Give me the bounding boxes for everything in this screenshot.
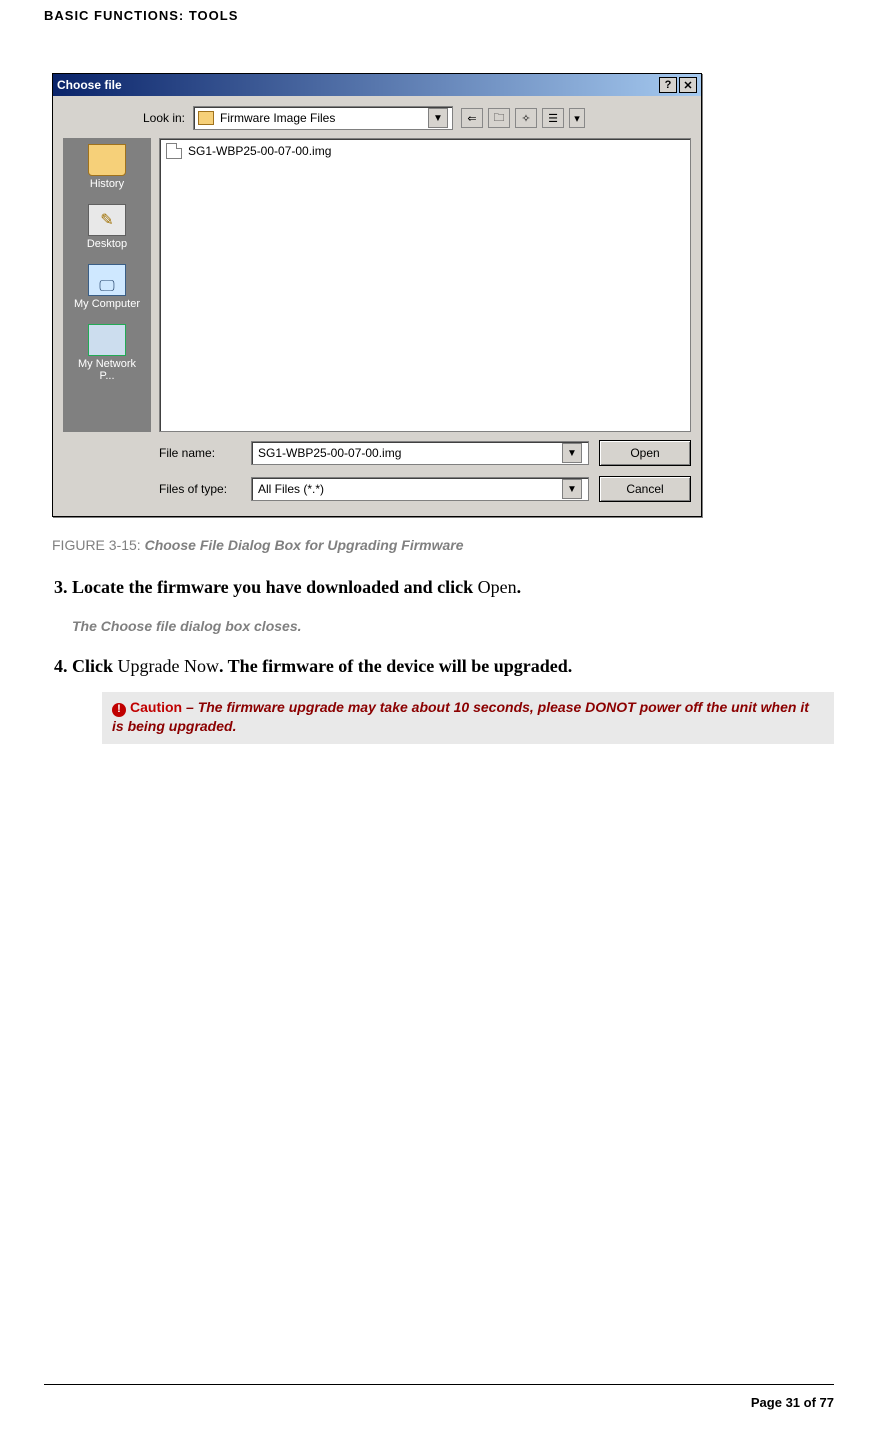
computer-icon: [88, 264, 126, 296]
up-icon[interactable]: 🗀: [488, 108, 510, 128]
placesbar-label: My Network P...: [69, 358, 145, 382]
close-button[interactable]: ✕: [679, 77, 697, 93]
instruction-list: Locate the firmware you have downloaded …: [44, 575, 834, 744]
dialog-titlebar: Choose file ? ✕: [53, 74, 701, 96]
lookin-combo[interactable]: Firmware Image Files ▼: [193, 106, 453, 130]
placesbar-mycomputer[interactable]: My Computer: [69, 264, 145, 310]
new-folder-icon[interactable]: ✧: [515, 108, 537, 128]
placesbar-label: History: [90, 178, 124, 190]
view-menu-dropdown-icon[interactable]: ▾: [569, 108, 585, 128]
filename-input[interactable]: SG1-WBP25-00-07-00.img ▼: [251, 441, 589, 465]
dialog-title: Choose file: [57, 78, 122, 92]
back-icon[interactable]: ⇐: [461, 108, 483, 128]
file-list-item[interactable]: SG1-WBP25-00-07-00.img: [166, 143, 684, 159]
filetype-dropdown-icon[interactable]: ▼: [562, 479, 582, 499]
placesbar-network[interactable]: My Network P...: [69, 324, 145, 382]
step3-open-word: Open: [478, 577, 517, 597]
lookin-value: Firmware Image Files: [220, 111, 422, 125]
step-4: Click Upgrade Now. The firmware of the d…: [72, 654, 834, 744]
figure-caption: FIGURE 3-15: Choose File Dialog Box for …: [52, 517, 834, 553]
step-3: Locate the firmware you have downloaded …: [72, 575, 834, 636]
choose-file-dialog: Choose file ? ✕ Look in: Firmware Image …: [52, 73, 702, 517]
dialog-bottom: File name: SG1-WBP25-00-07-00.img ▼ Open…: [63, 440, 691, 502]
caution-icon: !: [112, 703, 126, 717]
step3-text-b: .: [517, 577, 522, 597]
caution-dash: –: [182, 699, 198, 715]
filetype-label: Files of type:: [159, 482, 241, 496]
page-header: BASIC FUNCTIONS: TOOLS: [44, 0, 834, 23]
figure-prefix: FIGURE 3-15:: [52, 537, 145, 553]
network-icon: [88, 324, 126, 356]
dialog-middle: History Desktop My Computer My Network P…: [63, 138, 691, 432]
lookin-dropdown-icon[interactable]: ▼: [428, 108, 448, 128]
titlebar-buttons: ? ✕: [659, 77, 697, 93]
filetype-row: Files of type: All Files (*.*) ▼ Cancel: [159, 476, 691, 502]
open-button[interactable]: Open: [599, 440, 691, 466]
placesbar-desktop[interactable]: Desktop: [69, 204, 145, 250]
step4-text-b: . The firmware of the device will be upg…: [219, 656, 572, 676]
placesbar-history[interactable]: History: [69, 144, 145, 190]
caution-box: ! Caution – The firmware upgrade may take…: [102, 692, 834, 744]
step3-text-a: Locate the firmware you have downloaded …: [72, 577, 478, 597]
help-button[interactable]: ?: [659, 77, 677, 93]
filename-dropdown-icon[interactable]: ▼: [562, 443, 582, 463]
filetype-select[interactable]: All Files (*.*) ▼: [251, 477, 589, 501]
file-icon: [166, 143, 182, 159]
dialog-nav-toolbar: ⇐ 🗀 ✧ ☰ ▾: [461, 108, 585, 128]
filename-label: File name:: [159, 446, 241, 460]
places-bar: History Desktop My Computer My Network P…: [63, 138, 151, 432]
desktop-icon: [88, 204, 126, 236]
step3-result: The Choose file dialog box closes.: [72, 617, 834, 636]
figure-title: Choose File Dialog Box for Upgrading Fir…: [145, 537, 464, 553]
step4-upgrade-word: Upgrade Now: [118, 656, 219, 676]
history-icon: [88, 144, 126, 176]
lookin-row: Look in: Firmware Image Files ▼ ⇐ 🗀 ✧ ☰ …: [63, 106, 691, 130]
dialog-body: Look in: Firmware Image Files ▼ ⇐ 🗀 ✧ ☰ …: [53, 96, 701, 516]
filetype-value: All Files (*.*): [258, 482, 562, 496]
cancel-button[interactable]: Cancel: [599, 476, 691, 502]
step4-text-a: Click: [72, 656, 118, 676]
folder-icon: [198, 111, 214, 125]
page-footer: Page 31 of 77: [44, 1384, 834, 1410]
filename-value: SG1-WBP25-00-07-00.img: [258, 446, 562, 460]
caution-text: The firmware upgrade may take about 10 s…: [112, 699, 809, 734]
file-item-name: SG1-WBP25-00-07-00.img: [188, 144, 331, 158]
lookin-label: Look in:: [125, 111, 185, 125]
filename-row: File name: SG1-WBP25-00-07-00.img ▼ Open: [159, 440, 691, 466]
file-list[interactable]: SG1-WBP25-00-07-00.img: [159, 138, 691, 432]
caution-word: Caution: [130, 699, 182, 715]
view-menu-icon[interactable]: ☰: [542, 108, 564, 128]
placesbar-label: Desktop: [87, 238, 127, 250]
